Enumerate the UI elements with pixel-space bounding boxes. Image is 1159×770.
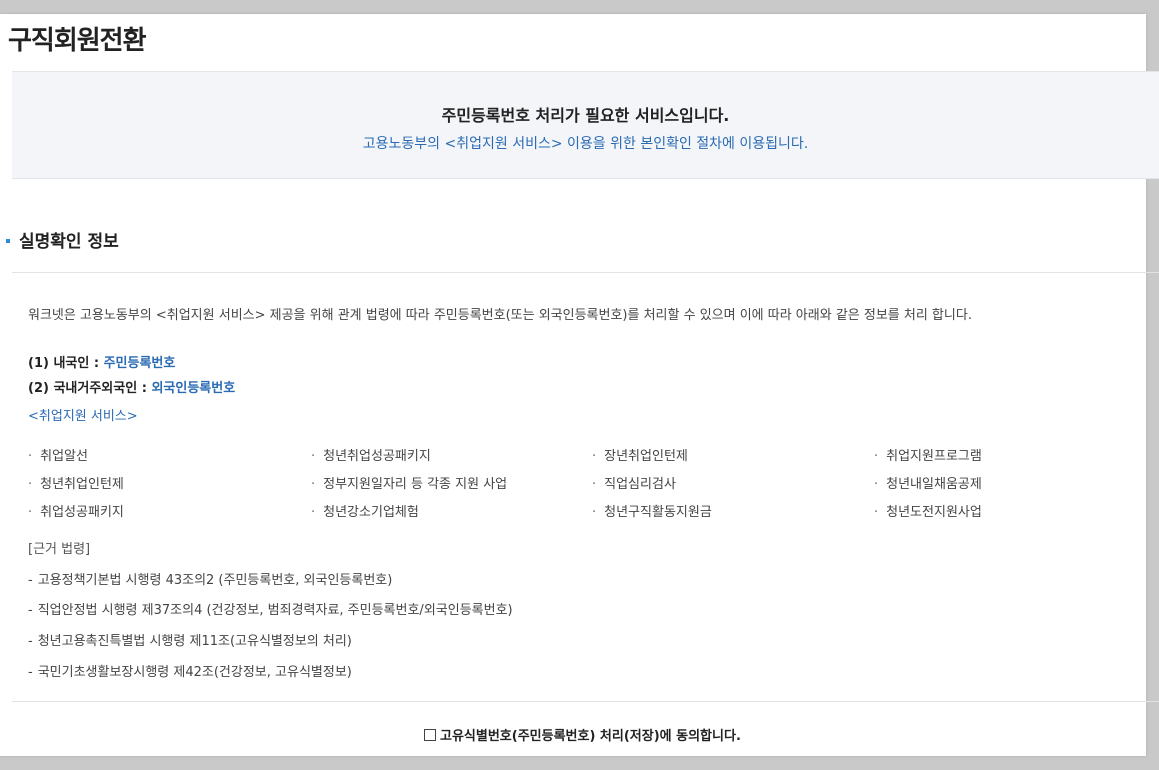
service-item: 청년강소기업체험 (311, 501, 419, 520)
row-value: 외국인등록번호 (151, 381, 236, 396)
service-item: 장년취업인턴제 (592, 445, 688, 464)
service-item: 취업성공패키지 (28, 501, 124, 520)
law-title: [근거 법령] (28, 542, 91, 557)
square-bullet-icon (6, 238, 10, 243)
notice-subtitle: 고용노동부의 <취업지원 서비스> 이용을 위한 본인확인 절차에 이용됩니다. (362, 136, 809, 152)
section-title-text: 실명확인 정보 (19, 232, 119, 252)
row-domestic: (1) 내국인 : 주민등록번호 (28, 352, 175, 371)
intro-text: 워크넷은 고용노동부의 <취업지원 서비스> 제공을 위해 관계 법령에 따라 … (28, 308, 972, 323)
checkbox-icon[interactable] (424, 728, 436, 741)
service-item: 청년내일채움공제 (874, 473, 982, 492)
row-label: (2) 국내거주외국인 : (28, 381, 152, 396)
row-label: (1) 내국인 : (28, 356, 104, 371)
agree-checkbox-row[interactable]: 고유식별번호(주민등록번호) 처리(저장)에 동의합니다. (424, 725, 741, 744)
notice-title: 주민등록번호 처리가 필요한 서비스입니다. (441, 106, 730, 125)
page-title: 구직회원전환 (8, 26, 147, 56)
law-item: 고용정책기본법 시행령 43조의2 (주민등록번호, 외국인등록번호) (28, 569, 393, 588)
service-item: 청년도전지원사업 (874, 501, 982, 520)
agree-label[interactable]: 고유식별번호(주민등록번호) 처리(저장)에 동의합니다. (440, 725, 741, 744)
law-item: 청년고용촉진특별법 시행령 제11조(고유식별정보의 처리) (28, 630, 352, 649)
service-item: 청년취업성공패키지 (311, 445, 431, 464)
main-panel: 구직회원전환 주민등록번호 처리가 필요한 서비스입니다. 고용노동부의 <취업… (0, 14, 1159, 756)
service-item: 정부지원일자리 등 각종 지원 사업 (311, 473, 507, 492)
service-item: 청년구직활동지원금 (592, 501, 712, 520)
row-foreigner: (2) 국내거주외국인 : 외국인등록번호 (28, 377, 235, 396)
law-item: 직업안정법 시행령 제37조의4 (건강정보, 범죄경력자료, 주민등록번호/외… (28, 599, 513, 618)
service-item: 직업심리검사 (592, 473, 676, 492)
law-item: 국민기초생활보장시행령 제42조(건강정보, 고유식별정보) (28, 661, 352, 680)
service-item: 취업알선 (28, 445, 88, 464)
services-title: <취업지원 서비스> (28, 409, 138, 424)
row-value: 주민등록번호 (103, 356, 176, 371)
service-item: 청년취업인턴제 (28, 473, 124, 492)
section-title: 실명확인 정보 (6, 227, 119, 252)
service-item: 취업지원프로그램 (874, 445, 982, 464)
info-box: 워크넷은 고용노동부의 <취업지원 서비스> 제공을 위해 관계 법령에 따라 … (12, 272, 1159, 702)
notice-box: 주민등록번호 처리가 필요한 서비스입니다. 고용노동부의 <취업지원 서비스>… (12, 71, 1159, 179)
